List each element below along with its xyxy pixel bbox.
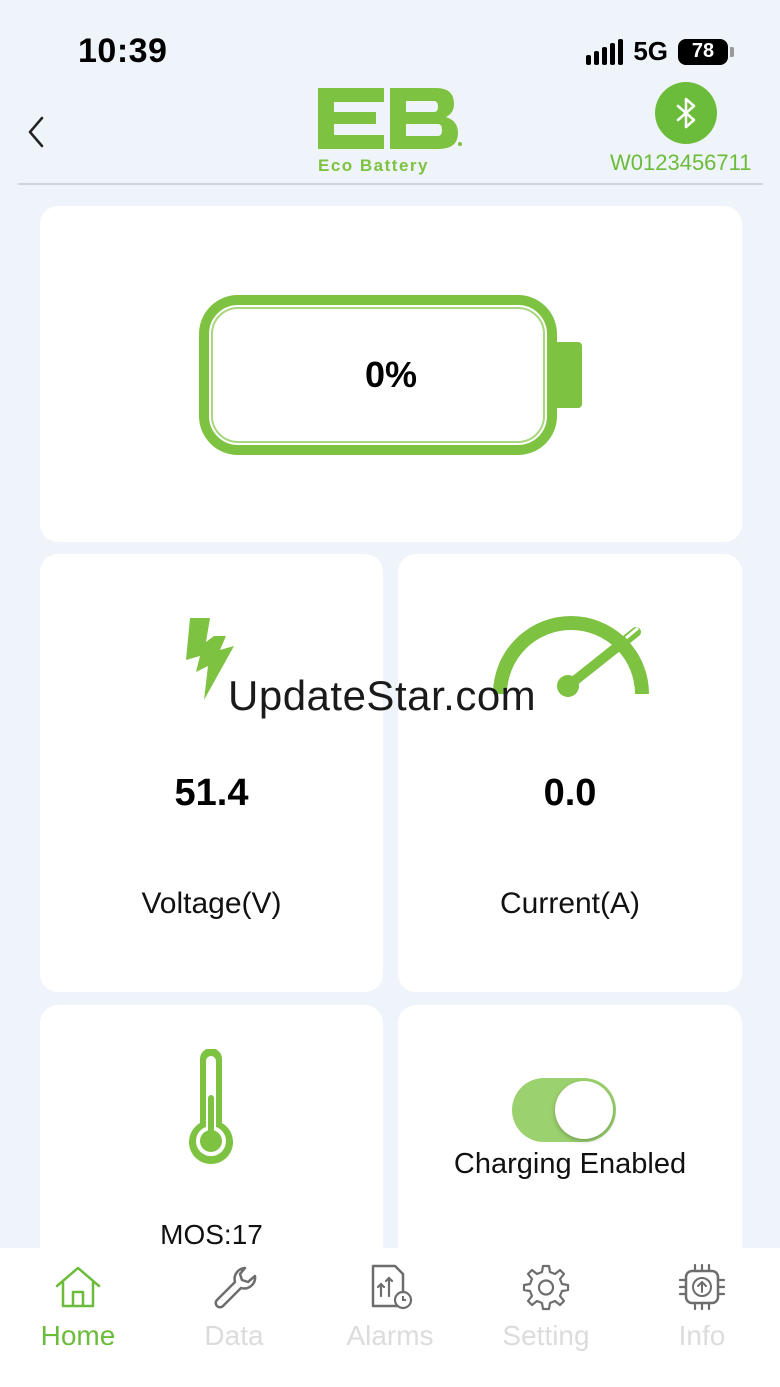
current-value: 0.0 — [543, 772, 597, 814]
tab-alarms[interactable]: Alarms — [312, 1248, 468, 1387]
tab-label: Alarms — [346, 1320, 434, 1351]
watermark: UpdateStar.com — [228, 672, 537, 719]
chevron-left-icon — [28, 116, 44, 148]
bluetooth-button[interactable] — [655, 82, 717, 144]
voltage-card: 51.4 Voltage(V) — [40, 554, 383, 992]
tab-bar: Home Data Alarms Setting Info — [0, 1248, 780, 1387]
voltage-label: Voltage(V) — [141, 887, 282, 920]
battery-percent: 0% — [364, 354, 418, 395]
logo-tagline: Eco Battery — [318, 156, 429, 175]
status-indicators: 5G 78 — [586, 36, 734, 67]
tab-label: Home — [40, 1320, 116, 1351]
temperature-card: MOS:17 — [40, 1005, 383, 1265]
chip-icon — [678, 1263, 726, 1311]
thermometer-icon — [189, 1049, 233, 1165]
tab-label: Data — [204, 1320, 264, 1351]
tab-label: Setting — [502, 1320, 590, 1351]
network-type: 5G — [633, 36, 668, 66]
charging-card: Charging Enabled — [398, 1005, 742, 1265]
device-id: W0123456711 — [610, 150, 752, 175]
tab-home[interactable]: Home — [0, 1248, 156, 1387]
bluetooth-icon — [676, 97, 696, 129]
charging-label: Charging Enabled — [453, 1148, 687, 1180]
charging-toggle[interactable] — [512, 1078, 616, 1142]
current-card: 0.0 Current(A) — [398, 554, 742, 992]
battery-card: 0% — [40, 206, 742, 542]
toggle-knob — [555, 1081, 613, 1139]
wrench-icon — [214, 1266, 257, 1309]
signal-icon — [586, 38, 624, 65]
tab-setting[interactable]: Setting — [468, 1248, 624, 1387]
mos-temperature-label: MOS:17 — [160, 1219, 263, 1250]
status-time: 10:39 — [78, 32, 168, 70]
tab-info[interactable]: Info — [624, 1248, 780, 1387]
app-header: Eco Battery W0123456711 — [0, 80, 780, 184]
tab-label: Info — [678, 1320, 726, 1351]
voltage-value: 51.4 — [174, 772, 249, 814]
tab-data[interactable]: Data — [156, 1248, 312, 1387]
gear-icon — [522, 1264, 570, 1311]
home-icon — [55, 1266, 101, 1308]
header-divider — [18, 183, 763, 185]
alarm-report-icon — [371, 1264, 413, 1310]
current-label: Current(A) — [499, 887, 641, 920]
status-bar: 10:39 5G 78 — [0, 0, 780, 90]
battery-status-icon: 78 — [678, 38, 734, 65]
back-button[interactable] — [18, 110, 58, 154]
